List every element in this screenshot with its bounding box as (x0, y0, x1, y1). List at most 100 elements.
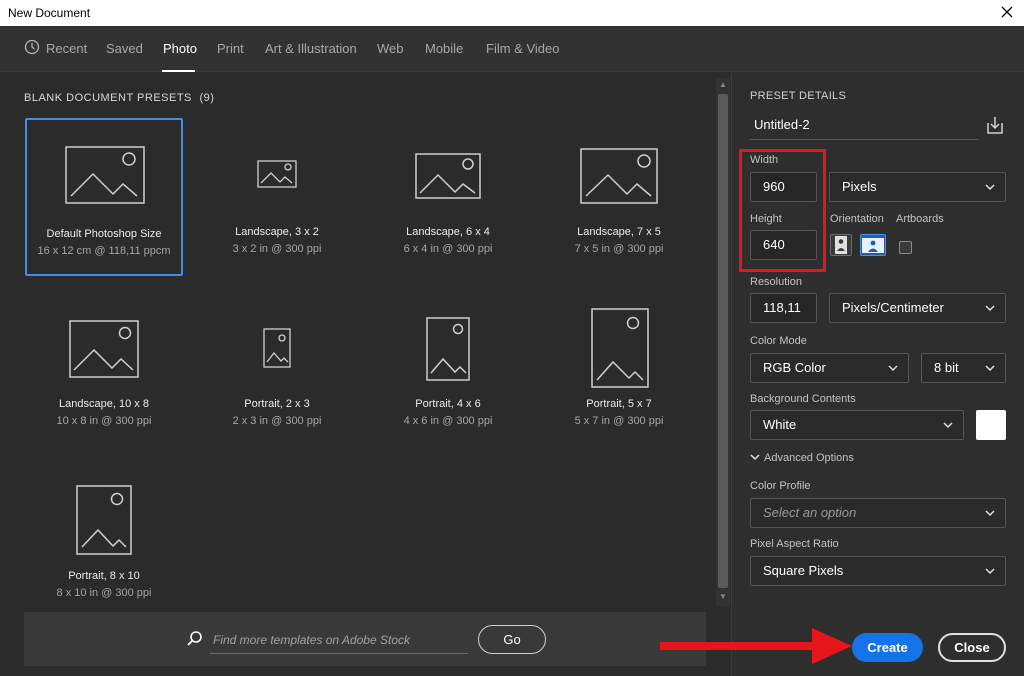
window-title: New Document (8, 6, 91, 20)
chevron-down-icon (985, 365, 995, 372)
chevron-down-icon (985, 568, 995, 575)
preset-name: Default Photoshop Size (46, 228, 162, 240)
preset-name: Portrait, 5 x 7 (586, 398, 652, 410)
preset-desc: 2 x 3 in @ 300 ppi (232, 415, 322, 427)
image-icon (69, 320, 139, 378)
preset-desc: 16 x 12 cm @ 118,11 ppcm (37, 245, 171, 257)
preset-desc: 8 x 10 in @ 300 ppi (56, 587, 152, 599)
chevron-down-icon (888, 365, 898, 372)
chevron-down-icon (750, 454, 760, 461)
advanced-options-toggle[interactable]: Advanced Options (750, 452, 854, 464)
color-mode-label: Color Mode (750, 335, 807, 347)
preset-name: Portrait, 4 x 6 (415, 398, 481, 410)
resolution-unit-select[interactable]: Pixels/Centimeter (829, 293, 1006, 323)
create-button[interactable]: Create (852, 633, 923, 662)
scrollbar-thumb[interactable] (718, 94, 728, 588)
resolution-input[interactable]: 118,11 (750, 293, 817, 323)
chevron-down-icon (985, 184, 995, 191)
width-unit-select[interactable]: Pixels (829, 172, 1006, 202)
portrait-orientation-icon[interactable] (830, 234, 852, 256)
artboards-checkbox[interactable] (899, 241, 912, 254)
image-icon (415, 153, 481, 199)
preset-portrait-5x7[interactable]: Portrait, 5 x 7 5 x 7 in @ 300 ppi (540, 290, 698, 448)
chevron-down-icon (943, 422, 953, 429)
preset-desc: 7 x 5 in @ 300 ppi (574, 243, 664, 255)
preset-desc: 6 x 4 in @ 300 ppi (403, 243, 493, 255)
color-profile-label: Color Profile (750, 480, 811, 492)
tab-photo[interactable]: Photo (163, 41, 197, 56)
preset-landscape-6x4[interactable]: Landscape, 6 x 4 6 x 4 in @ 300 ppi (369, 118, 527, 276)
background-contents-select[interactable]: White (750, 410, 964, 440)
scroll-down-icon[interactable]: ▼ (718, 592, 728, 602)
close-button[interactable]: Close (938, 633, 1006, 662)
bit-depth-select[interactable]: 8 bit (921, 353, 1006, 383)
color-profile-value: Select an option (763, 505, 857, 520)
preset-portrait-4x6[interactable]: Portrait, 4 x 6 4 x 6 in @ 300 ppi (369, 290, 527, 448)
preset-name: Landscape, 7 x 5 (577, 226, 661, 238)
close-icon[interactable] (998, 3, 1016, 21)
preset-default-photoshop-size[interactable]: Default Photoshop Size 16 x 12 cm @ 118,… (25, 118, 183, 276)
presets-title: BLANK DOCUMENT PRESETS (24, 92, 192, 104)
preset-name: Landscape, 3 x 2 (235, 226, 319, 238)
document-name-field[interactable]: Untitled-2 (750, 112, 978, 140)
image-icon (76, 485, 132, 555)
tab-web[interactable]: Web (377, 41, 404, 56)
image-icon (65, 146, 145, 204)
background-contents-label: Background Contents (750, 393, 856, 405)
save-preset-icon[interactable] (984, 114, 1006, 136)
orientation-label: Orientation (830, 213, 884, 225)
preset-desc: 5 x 7 in @ 300 ppi (574, 415, 664, 427)
preset-details-title: PRESET DETAILS (750, 90, 847, 102)
tab-film-video[interactable]: Film & Video (486, 41, 559, 56)
preset-landscape-3x2[interactable]: Landscape, 3 x 2 3 x 2 in @ 300 ppi (198, 118, 356, 276)
pixel-aspect-ratio-select[interactable]: Square Pixels (750, 556, 1006, 586)
background-color-swatch[interactable] (976, 410, 1006, 440)
color-mode-value: RGB Color (763, 360, 826, 375)
preset-name: Landscape, 10 x 8 (59, 398, 149, 410)
preset-landscape-10x8[interactable]: Landscape, 10 x 8 10 x 8 in @ 300 ppi (25, 290, 183, 448)
new-document-dialog: New Document Recent Saved Photo Print Ar… (0, 0, 1024, 676)
preset-portrait-2x3[interactable]: Portrait, 2 x 3 2 x 3 in @ 300 ppi (198, 290, 356, 448)
tab-print[interactable]: Print (217, 41, 244, 56)
stock-search-input[interactable] (210, 626, 468, 654)
scroll-up-icon[interactable]: ▲ (718, 80, 728, 90)
image-icon (257, 160, 297, 188)
landscape-orientation-icon[interactable] (860, 234, 886, 256)
preset-desc: 3 x 2 in @ 300 ppi (232, 243, 322, 255)
background-contents-value: White (763, 417, 797, 432)
preset-landscape-7x5[interactable]: Landscape, 7 x 5 7 x 5 in @ 300 ppi (540, 118, 698, 276)
tab-art-illustration[interactable]: Art & Illustration (265, 41, 357, 56)
image-icon (263, 328, 291, 368)
search-icon (187, 631, 202, 646)
tab-recent[interactable]: Recent (46, 41, 87, 56)
title-bar: New Document (0, 0, 1024, 26)
chevron-down-icon (985, 305, 995, 312)
preset-desc: 10 x 8 in @ 300 ppi (56, 415, 152, 427)
artboards-label: Artboards (896, 213, 944, 225)
tab-saved[interactable]: Saved (106, 41, 143, 56)
color-profile-select[interactable]: Select an option (750, 498, 1006, 528)
bit-depth-value: 8 bit (934, 360, 959, 375)
advanced-options-label: Advanced Options (764, 452, 854, 464)
pixel-aspect-ratio-label: Pixel Aspect Ratio (750, 538, 839, 550)
pixel-aspect-ratio-value: Square Pixels (763, 563, 844, 578)
color-mode-select[interactable]: RGB Color (750, 353, 909, 383)
presets-section-title: BLANK DOCUMENT PRESETS (9) (24, 92, 214, 104)
resolution-unit-value: Pixels/Centimeter (842, 300, 944, 315)
clock-icon (24, 39, 40, 55)
annotation-arrow-icon (660, 628, 852, 664)
tab-mobile[interactable]: Mobile (425, 41, 463, 56)
width-height-highlight (739, 149, 826, 272)
go-button[interactable]: Go (478, 625, 546, 654)
resolution-label: Resolution (750, 276, 802, 288)
presets-count: (9) (199, 92, 215, 104)
image-icon (591, 308, 649, 388)
preset-name: Landscape, 6 x 4 (406, 226, 490, 238)
preset-name: Portrait, 8 x 10 (68, 570, 140, 582)
image-icon (580, 148, 658, 204)
preset-portrait-8x10[interactable]: Portrait, 8 x 10 8 x 10 in @ 300 ppi (25, 462, 183, 620)
preset-name: Portrait, 2 x 3 (244, 398, 310, 410)
image-icon (426, 317, 470, 381)
width-unit-value: Pixels (842, 179, 877, 194)
chevron-down-icon (985, 510, 995, 517)
